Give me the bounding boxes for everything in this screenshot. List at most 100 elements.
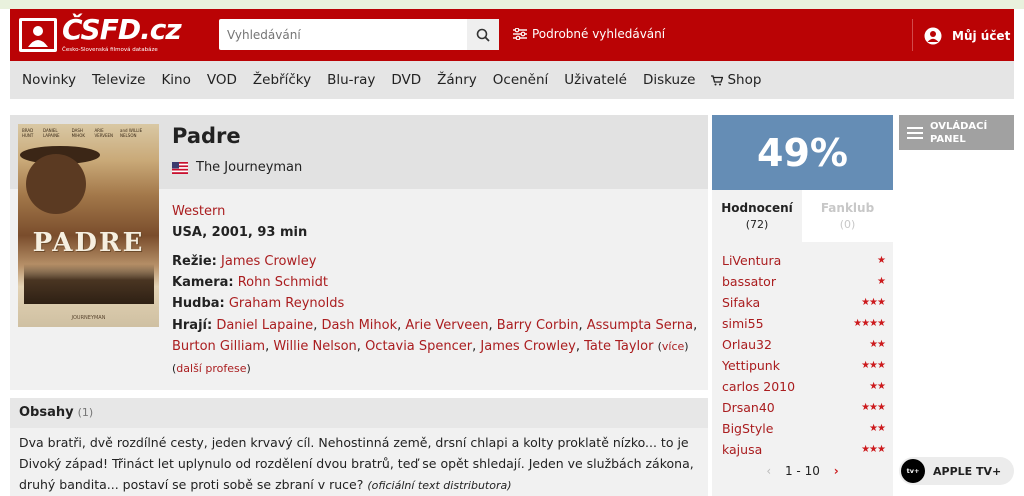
- cast-link[interactable]: Arie Verveen: [405, 318, 488, 333]
- nav-item-zanry[interactable]: Žánry: [437, 72, 477, 88]
- more-professions-row: (další profese): [172, 362, 251, 375]
- user-link[interactable]: Yettipunk: [722, 358, 780, 373]
- poster-subtitle: JOURNEYMAN: [71, 315, 106, 321]
- control-panel-label: OVLÁDACÍ PANEL: [930, 120, 987, 146]
- user-link[interactable]: BigStyle: [722, 421, 773, 436]
- poster-credits: BRAD HUNT DANIEL LAPAINE DASH MIHOK ARIE…: [22, 128, 143, 138]
- user-link[interactable]: kajusa: [722, 442, 762, 457]
- cast-link[interactable]: Barry Corbin: [497, 318, 579, 333]
- nav-item-bluray[interactable]: Blu-ray: [327, 72, 375, 88]
- list-item: kajusa ★★★: [722, 439, 886, 460]
- plot-line: Dva bratři, dvě rozdílné cesty, jeden kr…: [19, 435, 689, 450]
- plot-line: druhý bandita... postaví se proti sobě s…: [19, 474, 699, 496]
- user-link[interactable]: bassator: [722, 274, 776, 289]
- page-title: Padre: [172, 124, 241, 148]
- tab-fanclub-count: (0): [839, 218, 856, 231]
- search-button[interactable]: [467, 19, 499, 50]
- user-icon: [924, 27, 942, 45]
- star-rating-icon: ★: [877, 276, 886, 287]
- cast-link[interactable]: Willie Nelson: [273, 339, 356, 354]
- top-stripe: [0, 0, 1024, 9]
- nav-item-dvd[interactable]: DVD: [391, 72, 421, 88]
- director-label: Režie:: [172, 254, 217, 269]
- cast-link[interactable]: James Crowley: [480, 339, 575, 354]
- search-input[interactable]: [219, 19, 467, 50]
- nav-item-shop[interactable]: Shop: [711, 72, 761, 88]
- genre[interactable]: Western: [172, 204, 225, 219]
- cast-link[interactable]: Tate Taylor: [584, 339, 653, 354]
- more-professions-link[interactable]: další profese: [176, 362, 246, 375]
- director-row: Režie: James Crowley: [172, 254, 316, 269]
- user-link[interactable]: Sifaka: [722, 295, 760, 310]
- user-link[interactable]: Orlau32: [722, 337, 772, 352]
- music-label: Hudba:: [172, 296, 225, 311]
- film-poster[interactable]: BRAD HUNT DANIEL LAPAINE DASH MIHOK ARIE…: [18, 124, 159, 327]
- genre-link[interactable]: Western: [172, 204, 225, 219]
- star-rating-icon: ★★★: [861, 402, 886, 413]
- nav-item-oceneni[interactable]: Ocenění: [493, 72, 549, 88]
- nav-item-televize[interactable]: Televize: [92, 72, 145, 88]
- user-link[interactable]: simi55: [722, 316, 764, 331]
- music-link[interactable]: Graham Reynolds: [229, 296, 344, 311]
- camera-row: Kamera: Rohn Schmidt: [172, 275, 328, 290]
- logo-text: ČSFD.cz: [62, 13, 182, 46]
- cast-label: Hrají:: [172, 318, 213, 333]
- original-title: The Journeyman: [172, 160, 302, 175]
- cast-link[interactable]: Daniel Lapaine: [216, 318, 313, 333]
- advanced-search-label: Podrobné vyhledávání: [532, 27, 666, 41]
- star-rating-icon: ★★: [869, 339, 886, 350]
- film-reel-icon: [19, 18, 57, 52]
- usa-flag-icon: [172, 161, 188, 174]
- account-label: Můj účet: [952, 29, 1011, 43]
- cast-link[interactable]: Burton Gilliam: [172, 339, 265, 354]
- tab-ratings-count: (72): [745, 218, 769, 231]
- user-link[interactable]: Drsan40: [722, 400, 775, 415]
- original-title-text: The Journeyman: [196, 160, 303, 175]
- cast-link[interactable]: Octavia Spencer: [365, 339, 472, 354]
- rating-score: 49%: [712, 115, 893, 190]
- director-link[interactable]: James Crowley: [221, 254, 316, 269]
- nav-item-kino[interactable]: Kino: [161, 72, 190, 88]
- account-link[interactable]: Můj účet: [924, 27, 1010, 45]
- control-panel-button[interactable]: OVLÁDACÍ PANEL: [899, 115, 1014, 150]
- cast-link[interactable]: Dash Mihok: [321, 318, 397, 333]
- nav-item-novinky[interactable]: Novinky: [22, 72, 76, 88]
- user-ratings-list: LiVentura ★ bassator ★ Sifaka ★★★ simi55 ★★★…: [722, 250, 886, 460]
- cast-link[interactable]: Assumpta Serna: [587, 318, 693, 333]
- list-item: LiVentura ★: [722, 250, 886, 271]
- plot-header: [10, 398, 708, 428]
- list-item: BigStyle ★★: [722, 418, 886, 439]
- list-item: carlos 2010 ★★: [722, 376, 886, 397]
- music-row: Hudba: Graham Reynolds: [172, 296, 344, 311]
- tab-fanclub[interactable]: Fanklub (0): [802, 190, 893, 242]
- camera-link[interactable]: Rohn Schmidt: [238, 275, 328, 290]
- apple-tv-button[interactable]: tv+ APPLE TV+: [899, 457, 1014, 485]
- nav-item-zebricky[interactable]: Žebříčky: [253, 72, 311, 88]
- menu-icon: [907, 124, 923, 142]
- plot-title-text: Obsahy: [19, 405, 74, 420]
- star-rating-icon: ★★★★: [853, 318, 886, 329]
- header-divider: [912, 19, 913, 51]
- apple-tv-label: APPLE TV+: [933, 464, 1002, 478]
- list-item: Drsan40 ★★★: [722, 397, 886, 418]
- apple-tv-icon: tv+: [901, 459, 925, 483]
- plot-count: (1): [77, 406, 94, 419]
- nav-item-diskuze[interactable]: Diskuze: [643, 72, 696, 88]
- star-rating-icon: ★★★: [861, 444, 886, 455]
- user-link[interactable]: carlos 2010: [722, 379, 795, 394]
- site-header: ČSFD.cz Česko-Slovenská filmová databáze…: [10, 9, 1014, 61]
- nav-item-shop-label: Shop: [727, 72, 762, 88]
- control-panel-label-line: OVLÁDACÍ: [930, 120, 988, 132]
- nav-item-uzivatele[interactable]: Uživatelé: [564, 72, 627, 88]
- chevron-right-icon[interactable]: ›: [834, 464, 839, 478]
- more-cast-link[interactable]: více: [662, 340, 684, 353]
- chevron-left-icon[interactable]: ‹: [766, 464, 771, 478]
- user-link[interactable]: LiVentura: [722, 253, 781, 268]
- plot-source: (oficiální text distributora): [367, 479, 512, 492]
- list-item: Sifaka ★★★: [722, 292, 886, 313]
- nav-item-vod[interactable]: VOD: [207, 72, 237, 88]
- site-logo[interactable]: ČSFD.cz Česko-Slovenská filmová databáze: [18, 13, 183, 55]
- camera-label: Kamera:: [172, 275, 234, 290]
- tab-ratings[interactable]: Hodnocení (72): [712, 190, 802, 242]
- advanced-search-link[interactable]: Podrobné vyhledávání: [513, 27, 665, 41]
